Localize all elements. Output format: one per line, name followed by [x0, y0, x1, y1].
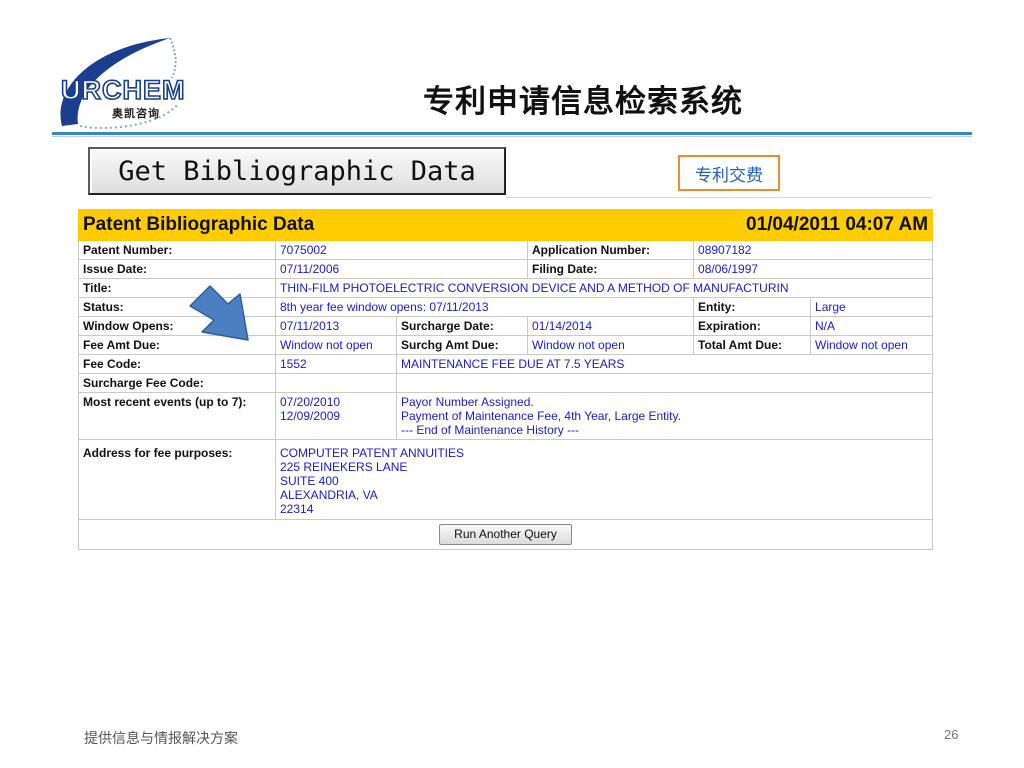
filing-date-label: Filing Date: — [527, 259, 695, 279]
surcharge-fee-code-label: Surcharge Fee Code: — [78, 373, 276, 393]
surcharge-date-value: 01/14/2014 — [527, 316, 695, 336]
event-date: 12/09/2009 — [280, 409, 341, 423]
fee-amt-due-value: Window not open — [275, 335, 397, 355]
run-another-query-button[interactable]: Run Another Query — [439, 524, 572, 545]
window-opens-value: 07/11/2013 — [275, 316, 397, 336]
urchem-logo: URCHEM 奥凯咨询 — [52, 34, 222, 130]
issue-date-value: 07/11/2006 — [274, 259, 529, 279]
event-description: Payment of Maintenance Fee, 4th Year, La… — [401, 409, 681, 423]
pointer-arrow-icon — [189, 285, 249, 341]
address-line: ALEXANDRIA, VA — [280, 488, 378, 502]
table-row: Most recent events (up to 7): 07/20/2010… — [78, 392, 934, 440]
table-datetime: 01/04/2011 04:07 AM — [527, 209, 934, 241]
address-line: COMPUTER PATENT ANNUITIES — [280, 446, 465, 460]
entity-value: Large — [810, 297, 934, 317]
get-bibliographic-data-button[interactable]: Get Bibliographic Data — [88, 147, 506, 195]
logo-subtitle: 奥凯咨询 — [112, 108, 160, 120]
fee-code-label: Fee Code: — [78, 354, 276, 374]
status-value: 8th year fee window opens: 07/11/2013 — [274, 297, 695, 317]
events-dates: 07/20/2010 12/09/2009 — [275, 392, 397, 440]
address-label: Address for fee purposes: — [78, 439, 276, 520]
total-amt-due-value: Window not open — [810, 335, 934, 355]
footer-tagline: 提供信息与情报解决方案 — [84, 730, 238, 746]
run-query-cell: Run Another Query — [77, 519, 934, 550]
surchg-amt-due-label: Surchg Amt Due: — [395, 335, 529, 355]
fee-code-value: 1552 — [275, 354, 397, 374]
table-row: Surcharge Fee Code: — [78, 373, 934, 393]
header-rule-light — [52, 136, 972, 137]
address-line: 225 REINEKERS LANE — [280, 460, 408, 474]
table-footer-row: Run Another Query — [77, 519, 934, 550]
table-row: Patent Number: 7075002 Application Numbe… — [78, 240, 934, 260]
patent-bibliographic-table: Patent Bibliographic Data 01/04/2011 04:… — [77, 209, 934, 550]
patent-number-label: Patent Number: — [78, 240, 276, 260]
slide-title: 专利申请信息检索系统 — [423, 84, 743, 120]
event-date: 07/20/2010 — [280, 395, 341, 409]
surcharge-fee-code-value — [275, 373, 397, 393]
surcharge-fee-code-description — [395, 373, 934, 393]
surchg-amt-due-value: Window not open — [527, 335, 695, 355]
events-end-marker: --- End of Maintenance History --- — [401, 423, 580, 437]
events-descriptions: Payor Number Assigned. Payment of Mainte… — [395, 392, 934, 440]
address-value: COMPUTER PATENT ANNUITIES 225 REINEKERS … — [274, 439, 934, 520]
address-line: 22314 — [280, 502, 314, 516]
title-value: THIN-FILM PHOTOELECTRIC CONVERSION DEVIC… — [274, 278, 934, 298]
table-row: Fee Code: 1552 MAINTENANCE FEE DUE AT 7.… — [78, 354, 934, 374]
patent-fee-link[interactable]: 专利交费 — [678, 155, 780, 191]
logo-wordmark: URCHEM — [60, 74, 186, 106]
event-description: Payor Number Assigned. — [401, 395, 534, 409]
total-amt-due-label: Total Amt Due: — [693, 335, 812, 355]
table-header-row: Patent Bibliographic Data 01/04/2011 04:… — [77, 209, 934, 241]
application-number-label: Application Number: — [527, 240, 695, 260]
table-heading: Patent Bibliographic Data — [77, 209, 529, 241]
filing-date-value: 08/06/1997 — [693, 259, 934, 279]
table-row: Address for fee purposes: COMPUTER PATEN… — [78, 439, 934, 520]
address-line: SUITE 400 — [280, 474, 339, 488]
header-rule — [52, 132, 972, 135]
entity-label: Entity: — [693, 297, 812, 317]
events-label: Most recent events (up to 7): — [78, 392, 276, 440]
application-number-value: 08907182 — [693, 240, 934, 260]
surcharge-date-label: Surcharge Date: — [395, 316, 529, 336]
patent-number-value: 7075002 — [274, 240, 529, 260]
fee-code-description: MAINTENANCE FEE DUE AT 7.5 YEARS — [395, 354, 934, 374]
expiration-label: Expiration: — [693, 316, 812, 336]
expiration-value: N/A — [810, 316, 934, 336]
page-number: 26 — [944, 727, 959, 742]
issue-date-label: Issue Date: — [78, 259, 276, 279]
tab-underline — [506, 197, 932, 198]
table-row: Issue Date: 07/11/2006 Filing Date: 08/0… — [78, 259, 934, 279]
